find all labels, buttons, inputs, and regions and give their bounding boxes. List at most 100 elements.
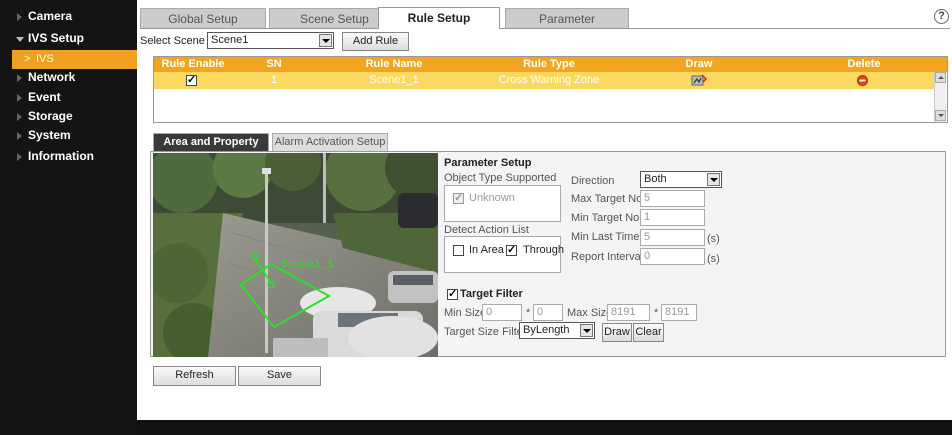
sidebar: Camera IVS Setup > IVS Network Event Sto… — [0, 0, 137, 435]
min-height-input[interactable]: 0 — [533, 304, 563, 321]
direction-select[interactable]: Both — [640, 171, 722, 188]
draw-icon[interactable] — [691, 74, 707, 87]
sidebar-item-storage[interactable]: Storage — [0, 107, 137, 126]
sidebar-subitem-label: IVS — [36, 53, 54, 65]
sidebar-item-network[interactable]: Network — [0, 68, 137, 87]
scroll-down-icon[interactable] — [935, 110, 946, 121]
save-button[interactable]: Save — [238, 366, 321, 386]
help-icon[interactable]: ? — [934, 9, 949, 24]
clear-button[interactable]: Clear — [633, 323, 664, 342]
tab-global-setup[interactable]: Global Setup — [140, 8, 266, 29]
sidebar-item-ivs-setup[interactable]: IVS Setup — [0, 29, 137, 48]
rule-sn: 1 — [270, 74, 278, 86]
scene-select[interactable]: Scene1 — [207, 32, 334, 49]
rule-type: Cross Warning Zone — [498, 74, 600, 86]
min-target-input[interactable]: 1 — [640, 209, 705, 226]
chevron-right-icon — [17, 13, 22, 21]
rule-enable-checkbox[interactable] — [186, 73, 197, 86]
scene-select-value: Scene1 — [211, 34, 249, 46]
through-checkbox[interactable] — [506, 243, 517, 256]
size-filter-label: Target Size Filter — [444, 326, 527, 338]
object-type-box: Unknown — [444, 185, 561, 222]
select-scene-label: Select Scene — [140, 35, 205, 47]
chevron-right-icon — [17, 153, 22, 161]
min-target-label: Min Target No. — [571, 212, 643, 224]
chevron-down-icon — [707, 173, 720, 186]
max-size-label: Max Size — [567, 307, 613, 319]
tab-rule-setup[interactable]: Rule Setup — [378, 7, 500, 29]
video-preview[interactable]: Scene1_1 — [153, 153, 438, 357]
video-frame: Scene1_1 — [153, 153, 438, 357]
column-header-delete: Delete — [847, 58, 881, 70]
sidebar-item-camera[interactable]: Camera — [0, 7, 137, 26]
sidebar-item-label: Event — [28, 90, 61, 104]
scroll-up-icon[interactable] — [935, 72, 946, 83]
table-scrollbar[interactable] — [934, 72, 946, 122]
min-last-time-label: Min Last Time — [571, 231, 640, 243]
max-width-input[interactable]: 8191 — [607, 304, 650, 321]
refresh-button[interactable]: Refresh — [153, 366, 236, 386]
delete-icon[interactable] — [857, 75, 868, 86]
sidebar-item-label: Information — [28, 149, 94, 163]
size-filter-select-value: ByLength — [523, 324, 570, 336]
unknown-checkbox[interactable] — [453, 191, 464, 204]
chevron-down-icon — [16, 37, 24, 42]
table-row[interactable]: 1 Scene1_1 Cross Warning Zone — [154, 72, 934, 89]
tab-alarm-activation-setup[interactable]: Alarm Activation Setup — [272, 133, 388, 151]
max-size-times: * — [654, 307, 659, 319]
chevron-right-icon — [17, 94, 22, 102]
tab-divider — [140, 28, 950, 29]
in-area-checkbox[interactable] — [453, 245, 464, 256]
unknown-label: Unknown — [469, 192, 515, 204]
sidebar-item-system[interactable]: System — [0, 126, 137, 145]
min-size-label: Min Size — [444, 307, 487, 319]
add-rule-button[interactable]: Add Rule — [342, 32, 409, 51]
object-type-label: Object Type Supported — [444, 172, 557, 184]
report-interval-label: Report Interval — [571, 251, 644, 263]
column-header-rule-name: Rule Name — [365, 58, 423, 70]
column-header-draw: Draw — [685, 58, 713, 70]
footer-bar — [137, 420, 952, 435]
parameter-setup-title: Parameter Setup — [444, 157, 532, 169]
report-interval-unit: (s) — [707, 253, 720, 265]
main-content: Global Setup Scene Setup Rule Setup Para… — [137, 0, 952, 420]
max-target-label: Max Target No. — [571, 193, 646, 205]
min-size-times: * — [526, 307, 531, 319]
app-root: Camera IVS Setup > IVS Network Event Sto… — [0, 0, 952, 435]
direction-select-value: Both — [644, 173, 667, 185]
min-width-input[interactable]: 0 — [482, 304, 522, 321]
tab-area-property-setup[interactable]: Area and Property Setup — [153, 133, 269, 165]
chevron-right-icon: > — [24, 53, 31, 65]
column-header-rule-type: Rule Type — [523, 58, 575, 70]
sidebar-subitem-ivs[interactable]: > IVS — [12, 50, 137, 69]
detect-action-box: In Area Through — [444, 236, 564, 273]
chevron-right-icon — [17, 74, 22, 82]
target-filter-label: Target Filter — [460, 288, 523, 300]
column-header-rule-enable: Rule Enable — [161, 58, 225, 70]
max-height-input[interactable]: 8191 — [661, 304, 697, 321]
max-target-input[interactable]: 5 — [640, 190, 705, 207]
min-last-time-input[interactable]: 5 — [640, 229, 705, 246]
sidebar-item-label: IVS Setup — [28, 31, 85, 45]
sidebar-item-label: Network — [28, 70, 76, 84]
rule-name: Scene1_1 — [369, 74, 419, 86]
size-filter-select[interactable]: ByLength — [519, 322, 595, 339]
draw-button[interactable]: Draw — [602, 323, 632, 342]
report-interval-input[interactable]: 0 — [640, 248, 705, 265]
sidebar-item-label: Storage — [28, 109, 73, 123]
rule-table: Rule Enable SN Rule Name Rule Type Draw … — [153, 56, 948, 123]
in-area-label: In Area — [469, 244, 504, 256]
min-last-time-unit: (s) — [707, 233, 720, 245]
target-filter-checkbox[interactable] — [447, 287, 458, 300]
direction-label: Direction — [571, 175, 615, 187]
video-overlay-label: Scene1_1 — [281, 259, 334, 271]
chevron-down-icon — [319, 34, 332, 47]
sidebar-item-information[interactable]: Information — [0, 147, 137, 166]
chevron-down-icon — [580, 324, 593, 337]
column-header-sn: SN — [266, 58, 282, 70]
through-label: Through — [523, 244, 564, 256]
sidebar-item-event[interactable]: Event — [0, 88, 137, 107]
sidebar-item-label: Camera — [28, 9, 73, 23]
tab-parameter[interactable]: Parameter — [505, 8, 629, 29]
chevron-right-icon — [17, 132, 22, 140]
